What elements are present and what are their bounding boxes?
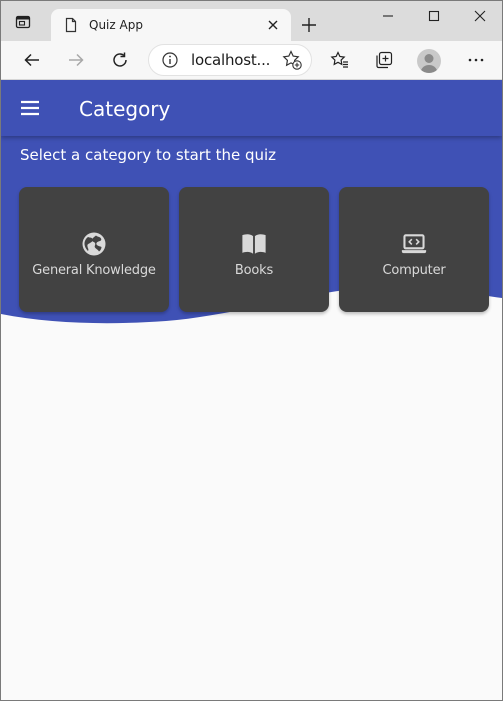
page-icon — [63, 17, 79, 33]
globe-icon — [81, 231, 107, 257]
category-label: Books — [234, 263, 274, 278]
close-window-icon[interactable] — [457, 1, 502, 31]
refresh-icon[interactable] — [105, 45, 135, 75]
app-bar: Category — [1, 80, 502, 136]
subtitle: Select a category to start the quiz — [20, 146, 277, 164]
browser-window: Quiz App localhost... Category Select a … — [0, 0, 503, 701]
app-content: Category Select a category to start the … — [1, 80, 502, 700]
category-label: General Knowledge — [32, 263, 156, 278]
page-title: Category — [79, 97, 171, 121]
back-arrow-icon[interactable] — [17, 45, 47, 75]
menu-icon[interactable] — [18, 96, 42, 120]
browser-tab[interactable]: Quiz App — [51, 9, 291, 41]
forward-arrow-icon[interactable] — [61, 45, 91, 75]
more-icon[interactable] — [461, 45, 491, 75]
category-card-general-knowledge[interactable]: General Knowledge — [19, 187, 169, 312]
category-label: Computer — [382, 263, 446, 278]
browser-toolbar: localhost... — [1, 41, 502, 80]
category-card-books[interactable]: Books — [179, 187, 329, 312]
avatar[interactable] — [417, 49, 441, 73]
minimize-icon[interactable] — [365, 1, 411, 31]
plus-icon[interactable] — [297, 13, 321, 37]
star-plus-icon[interactable] — [281, 49, 303, 71]
url-text[interactable]: localhost... — [191, 51, 281, 69]
maximize-icon[interactable] — [411, 1, 457, 31]
close-icon[interactable] — [261, 13, 285, 37]
book-icon — [241, 231, 267, 257]
address-bar[interactable]: localhost... — [148, 44, 312, 76]
laptop-code-icon — [401, 231, 427, 257]
tab-title: Quiz App — [89, 18, 143, 32]
favorites-icon[interactable] — [325, 45, 355, 75]
category-card-computer[interactable]: Computer — [339, 187, 489, 312]
collections-icon[interactable] — [369, 45, 399, 75]
tab-strip: Quiz App — [1, 1, 502, 41]
tab-actions-icon[interactable] — [12, 11, 34, 33]
info-icon[interactable] — [161, 51, 179, 69]
